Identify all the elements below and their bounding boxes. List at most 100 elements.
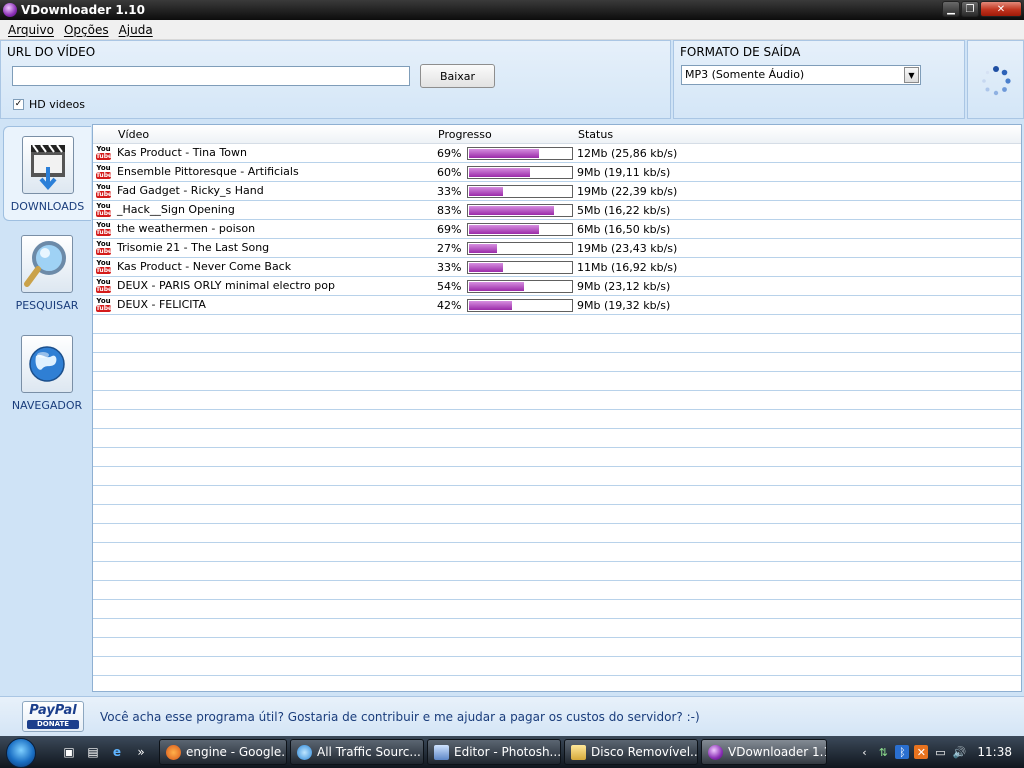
- empty-row: [93, 486, 1021, 505]
- youtube-icon: You Tube: [96, 183, 113, 199]
- youtube-icon-top: You: [96, 145, 111, 153]
- list-header: Vídeo Progresso Status: [93, 125, 1021, 144]
- menu-ajuda[interactable]: Ajuda: [114, 23, 158, 37]
- paypal-donate-label: DONATE: [27, 720, 79, 729]
- folder-icon: [571, 744, 586, 760]
- empty-row: [93, 657, 1021, 676]
- video-url-input[interactable]: [12, 66, 410, 86]
- close-icon: ✕: [996, 3, 1006, 15]
- empty-row: [93, 524, 1021, 543]
- download-button[interactable]: Baixar: [420, 64, 495, 88]
- clock: 11:38: [977, 745, 1012, 759]
- network-icon[interactable]: ⇅: [876, 745, 890, 759]
- youtube-icon-top: You: [96, 259, 111, 267]
- empty-row: [93, 315, 1021, 334]
- app-logo-icon: [3, 3, 17, 17]
- empty-row: [93, 410, 1021, 429]
- app-tray-icon[interactable]: ✕: [914, 745, 929, 759]
- minimize-icon: ▁: [947, 3, 955, 15]
- taskbar-label: Disco Removível...: [591, 745, 698, 759]
- download-row[interactable]: You Tube Kas Product - Never Come Back 33% 1…: [93, 258, 1021, 277]
- download-row[interactable]: You Tube the weathermen - poison 69% 6Mb (16…: [93, 220, 1021, 239]
- maximize-button[interactable]: ❐: [961, 1, 979, 17]
- empty-row: [93, 505, 1021, 524]
- loading-spinner-icon: [982, 66, 1011, 96]
- selected-format: MP3 (Somente Áudio): [685, 68, 805, 81]
- bluetooth-icon[interactable]: ᛒ: [895, 745, 910, 759]
- youtube-icon: You Tube: [96, 259, 112, 275]
- sidebar-item-downloads[interactable]: DOWNLOADS: [3, 126, 91, 221]
- ie-icon[interactable]: e: [108, 743, 126, 761]
- empty-row: [93, 429, 1021, 448]
- sidebar-label-downloads: DOWNLOADS: [10, 200, 85, 213]
- sidebar-item-pesquisar[interactable]: PESQUISAR: [3, 226, 91, 321]
- progress-bar: [467, 147, 573, 160]
- system-tray: ‹ ⇅ ᛒ ✕ ▭ 🔊 11:38: [857, 736, 1024, 768]
- column-header-progress[interactable]: Progresso: [438, 128, 492, 141]
- taskbar-label: Editor - Photosh...: [454, 745, 561, 759]
- chevron-right-icon[interactable]: »: [132, 743, 150, 761]
- dropdown-arrow-icon[interactable]: ▼: [904, 67, 919, 83]
- start-button[interactable]: [0, 736, 40, 768]
- youtube-icon-bottom: Tube: [96, 191, 113, 198]
- quick-launch: ▣ ▤ e »: [60, 743, 156, 761]
- sidebar-item-navegador[interactable]: NAVEGADOR: [3, 326, 91, 421]
- download-row[interactable]: You Tube DEUX - PARIS ORLY minimal electro…: [93, 277, 1021, 296]
- output-format-select[interactable]: MP3 (Somente Áudio) ▼: [681, 65, 921, 85]
- progress-fill: [469, 225, 540, 234]
- switch-windows-icon[interactable]: ▤: [84, 743, 102, 761]
- download-status: 9Mb (19,11 kb/s): [577, 166, 671, 179]
- download-row[interactable]: You Tube Trisomie 21 - The Last Song 27% 19M…: [93, 239, 1021, 258]
- hd-videos-label: HD videos: [29, 98, 86, 111]
- download-row[interactable]: You Tube DEUX - FELICITA 42% 9Mb (19,32 kb/s…: [93, 296, 1021, 315]
- show-desktop-icon[interactable]: ▣: [60, 743, 78, 761]
- download-status: 5Mb (16,22 kb/s): [577, 204, 671, 217]
- taskbar-button-photoshop[interactable]: Editor - Photosh...: [427, 739, 561, 765]
- youtube-icon: You Tube: [96, 203, 112, 218]
- download-row[interactable]: You Tube Kas Product - Tina Town 69% 12Mb (2…: [93, 144, 1021, 163]
- download-status: 19Mb (22,39 kb/s): [577, 185, 678, 198]
- video-title: DEUX - PARIS ORLY minimal electro pop: [117, 279, 335, 292]
- hd-videos-checkbox[interactable]: ✓ HD videos: [13, 98, 85, 111]
- progress-bar: [467, 204, 573, 217]
- progress-fill: [469, 206, 554, 215]
- progress-percent: 83%: [437, 204, 462, 217]
- download-row[interactable]: You Tube _Hack__Sign Opening 83% 5Mb (16,22 …: [93, 201, 1021, 220]
- paypal-donate-button[interactable]: PayPal DONATE: [22, 701, 84, 732]
- taskbar-button-firefox[interactable]: engine - Google...: [159, 739, 287, 765]
- download-row[interactable]: You Tube Fad Gadget - Ricky_s Hand 33% 19Mb …: [93, 182, 1021, 201]
- empty-row: [93, 619, 1021, 638]
- column-header-status[interactable]: Status: [578, 128, 613, 141]
- downloads-list[interactable]: Vídeo Progresso Status You Tube Kas Produc…: [92, 124, 1022, 692]
- progress-percent: 27%: [437, 242, 462, 255]
- camera-icon: [434, 744, 449, 760]
- column-header-video[interactable]: Vídeo: [118, 128, 149, 141]
- progress-bar: [467, 261, 573, 274]
- sidebar-label-pesquisar: PESQUISAR: [15, 299, 79, 312]
- download-row[interactable]: You Tube Ensemble Pittoresque - Artificial…: [93, 163, 1021, 182]
- download-status: 19Mb (23,43 kb/s): [577, 242, 678, 255]
- taskbar-button-vdownloader[interactable]: VDownloader 1.10: [701, 739, 827, 765]
- monitor-icon[interactable]: ▭: [933, 745, 947, 759]
- progress-percent: 33%: [437, 261, 462, 274]
- progress-percent: 60%: [437, 166, 462, 179]
- checkbox-checked-icon[interactable]: ✓: [13, 99, 24, 110]
- close-button[interactable]: ✕: [980, 1, 1022, 17]
- download-rows: You Tube Kas Product - Tina Town 69% 12Mb (2…: [93, 144, 1021, 676]
- volume-icon[interactable]: 🔊: [952, 745, 967, 759]
- empty-row: [93, 467, 1021, 486]
- taskbar-button-ie[interactable]: All Traffic Sourc...: [290, 739, 424, 765]
- restore-icon: ❐: [965, 3, 975, 15]
- sidebar-label-navegador: NAVEGADOR: [11, 399, 83, 412]
- youtube-icon-bottom: Tube: [96, 286, 113, 293]
- minimize-button[interactable]: ▁: [942, 1, 960, 17]
- donation-footer: PayPal DONATE Você acha esse programa út…: [0, 696, 1024, 736]
- chevron-left-icon[interactable]: ‹: [857, 745, 871, 759]
- youtube-icon-bottom: Tube: [96, 153, 113, 160]
- taskbar-button-folder[interactable]: Disco Removível...: [564, 739, 698, 765]
- youtube-icon-top: You: [96, 183, 111, 191]
- empty-row: [93, 391, 1021, 410]
- menu-opcoes[interactable]: Opções: [59, 23, 114, 37]
- youtube-icon-top: You: [96, 221, 111, 229]
- menu-arquivo[interactable]: Arquivo: [3, 23, 59, 37]
